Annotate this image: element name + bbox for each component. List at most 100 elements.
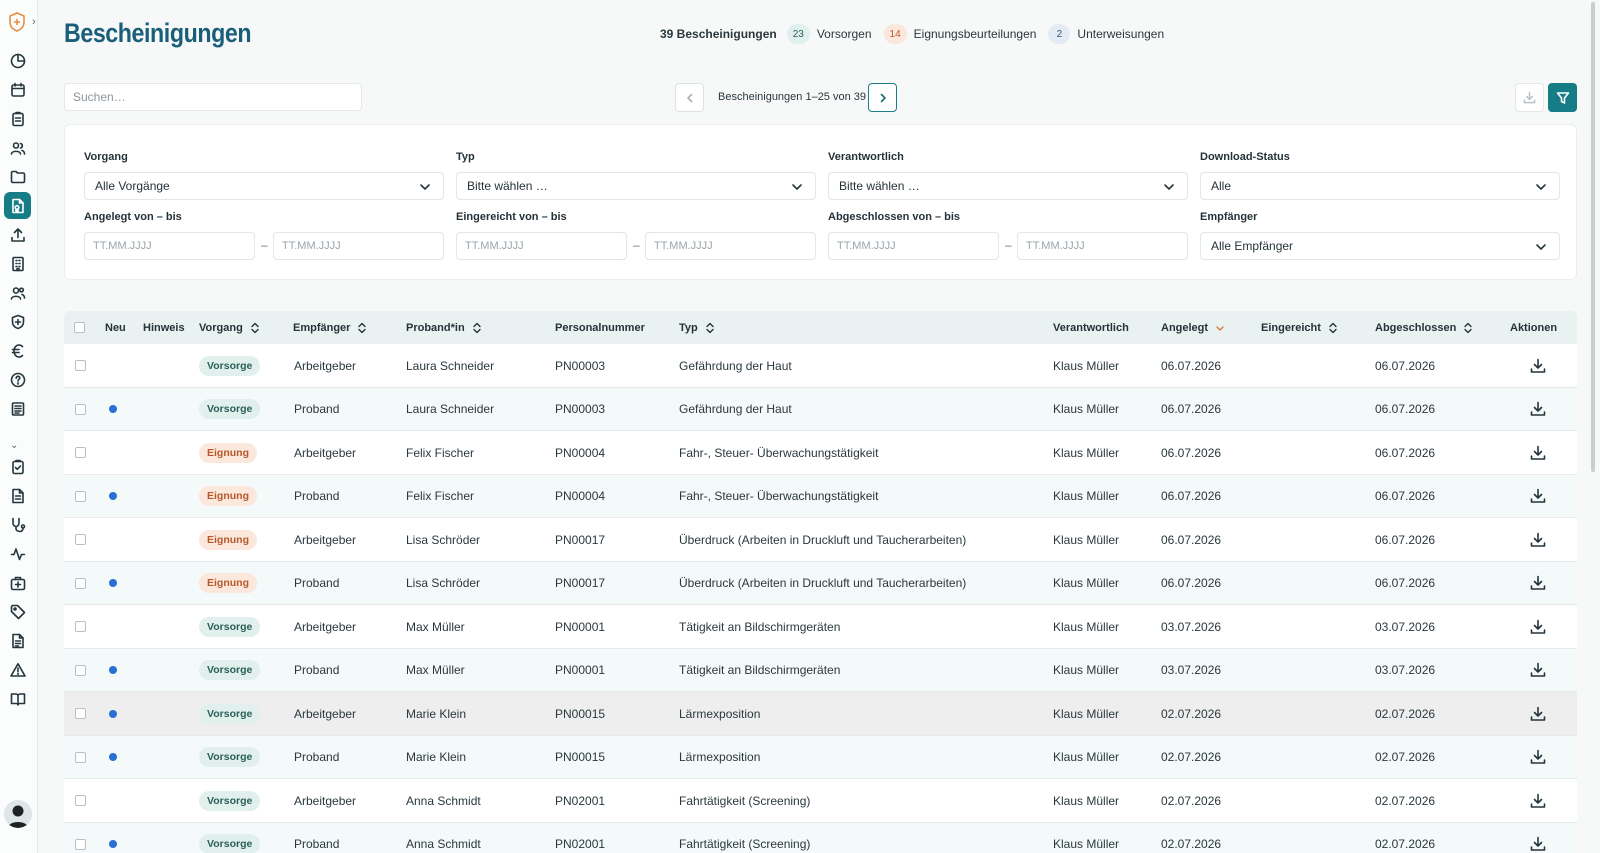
sidebar-item-warning[interactable] [4,656,31,683]
sidebar-item-shield[interactable] [4,308,31,335]
row-checkbox[interactable] [75,795,86,806]
column-header-vorgang[interactable]: Vorgang [199,311,260,344]
filter-eingereicht-to-input[interactable] [645,232,816,260]
sidebar-expand-icon[interactable]: › [32,16,36,28]
row-download-button[interactable] [1530,736,1546,779]
filter-angelegt-to-input[interactable] [273,232,444,260]
column-header-abgeschlossen-label: Abgeschlossen [1375,321,1457,334]
row-download-button[interactable] [1530,649,1546,692]
table-row[interactable]: Vorsorge Arbeitgeber Anna Schmidt PN02001 Fa… [64,779,1577,823]
table-row[interactable]: Vorsorge Arbeitgeber Marie Klein PN00015 Lär… [64,692,1577,736]
sidebar-item-team[interactable] [4,279,31,306]
row-download-button[interactable] [1530,518,1546,561]
cell-verantwortlich: Klaus Müller [1053,402,1120,416]
cell-angelegt: 06.07.2026 [1161,489,1222,503]
table-row[interactable]: Eignung Arbeitgeber Felix Fischer PN00004 Fa… [64,431,1577,475]
sidebar-item-building[interactable] [4,250,31,277]
select-all-checkbox[interactable] [74,322,85,333]
row-download-button[interactable] [1530,605,1546,648]
search-input[interactable] [64,83,362,111]
download-icon [1530,749,1546,764]
column-header-eingereicht[interactable]: Eingereicht [1261,311,1338,344]
row-checkbox[interactable] [75,621,86,632]
sidebar-section-collapse-icon[interactable]: ⌄ [10,440,18,451]
row-checkbox[interactable] [75,534,86,545]
filter-abgeschlossen-to-input[interactable] [1017,232,1188,260]
sidebar-item-news[interactable] [4,395,31,422]
column-header-typ[interactable]: Typ [679,311,715,344]
row-download-button[interactable] [1530,823,1546,853]
row-download-button[interactable] [1530,692,1546,735]
row-download-button[interactable] [1530,388,1546,431]
filter-verantwortlich-select[interactable]: Bitte wählen … [828,172,1188,200]
cell-empfaenger: Proband [294,576,340,590]
sidebar-item-stethoscope[interactable] [4,511,31,538]
row-checkbox[interactable] [75,360,86,371]
row-download-button[interactable] [1530,562,1546,605]
filter-angelegt-from-input[interactable] [84,232,255,260]
sidebar-item-calendar[interactable] [4,76,31,103]
cell-verantwortlich: Klaus Müller [1053,445,1120,460]
column-header-empfaenger[interactable]: Empfänger [293,311,367,344]
table-row[interactable]: Vorsorge Arbeitgeber Max Müller PN00001 Täti… [64,605,1577,649]
filter-toggle-button[interactable] [1548,83,1577,112]
sidebar-item-book[interactable] [4,685,31,712]
column-header-abgeschlossen[interactable]: Abgeschlossen [1375,311,1473,344]
table-row[interactable]: Vorsorge Proband Anna Schmidt PN02001 Fahrtä… [64,822,1577,853]
user-avatar[interactable] [4,800,32,828]
table-row[interactable]: Vorsorge Proband Laura Schneider PN00003 Gef… [64,387,1577,431]
table-row[interactable]: Vorsorge Proband Max Müller PN00001 Tätigkei… [64,648,1577,692]
filter-vorgang-select[interactable]: Alle Vorgänge [84,172,444,200]
download-icon [1530,575,1546,590]
sidebar-item-activity[interactable] [4,540,31,567]
row-checkbox[interactable] [75,403,86,415]
row-checkbox[interactable] [75,447,86,458]
sidebar-item-help[interactable] [4,366,31,393]
row-download-button[interactable] [1530,779,1546,822]
cell-abgeschlossen: 02.07.2026 [1375,837,1436,851]
sidebar-item-folder[interactable] [4,163,31,190]
filter-empfaenger-select[interactable]: Alle Empfänger [1200,232,1560,260]
sidebar-item-dashboard[interactable] [4,47,31,74]
table-row[interactable]: Eignung Arbeitgeber Lisa Schröder PN00017 Üb… [64,518,1577,562]
column-header-proband[interactable]: Proband*in [406,311,482,344]
row-checkbox[interactable] [75,838,86,850]
pager-next-button[interactable] [868,83,897,112]
row-download-button[interactable] [1530,475,1546,518]
sidebar-item-euro[interactable] [4,337,31,364]
row-checkbox[interactable] [75,664,86,676]
download-all-button[interactable] [1515,83,1544,112]
row-download-button[interactable] [1530,344,1546,387]
row-checkbox[interactable] [75,708,86,719]
table-row[interactable]: Eignung Proband Felix Fischer PN00004 Fahr-,… [64,474,1577,518]
column-header-angelegt[interactable]: Angelegt [1161,311,1225,344]
table-row[interactable]: Eignung Proband Lisa Schröder PN00017 Überdr… [64,561,1577,605]
table-row[interactable]: Vorsorge Arbeitgeber Laura Schneider PN0000… [64,344,1577,388]
column-header-neu: Neu [105,321,126,334]
row-checkbox[interactable] [75,751,86,763]
filter-download-status-select[interactable]: Alle [1200,172,1560,200]
sidebar-item-users[interactable] [4,134,31,161]
logo-icon[interactable] [8,12,26,32]
sidebar-item-report[interactable] [4,627,31,654]
page-scrollbar[interactable] [1591,2,1595,472]
cell-empfaenger: Proband [294,402,340,416]
filter-eingereicht-from-input[interactable] [456,232,627,260]
sidebar-item-clipboard[interactable] [4,105,31,132]
table-row[interactable]: Vorsorge Proband Marie Klein PN00015 Lärmexp… [64,735,1577,779]
sidebar-item-upload[interactable] [4,221,31,248]
row-checkbox[interactable] [75,490,86,502]
sidebar-item-bescheinigungen[interactable] [4,192,31,219]
sidebar-item-tag[interactable] [4,598,31,625]
row-checkbox[interactable] [75,577,86,589]
filter-vorgang-value: Alle Vorgänge [95,179,170,193]
row-select-cell [75,475,86,518]
row-download-button[interactable] [1530,431,1546,474]
sidebar-item-first-aid[interactable] [4,569,31,596]
pager-prev-button[interactable] [675,83,704,112]
filter-eingereicht-label: Eingereicht von – bis [456,211,567,223]
filter-typ-select[interactable]: Bitte wählen … [456,172,816,200]
sidebar-item-document[interactable] [4,482,31,509]
filter-abgeschlossen-from-input[interactable] [828,232,999,260]
sidebar-item-checklist[interactable] [4,453,31,480]
